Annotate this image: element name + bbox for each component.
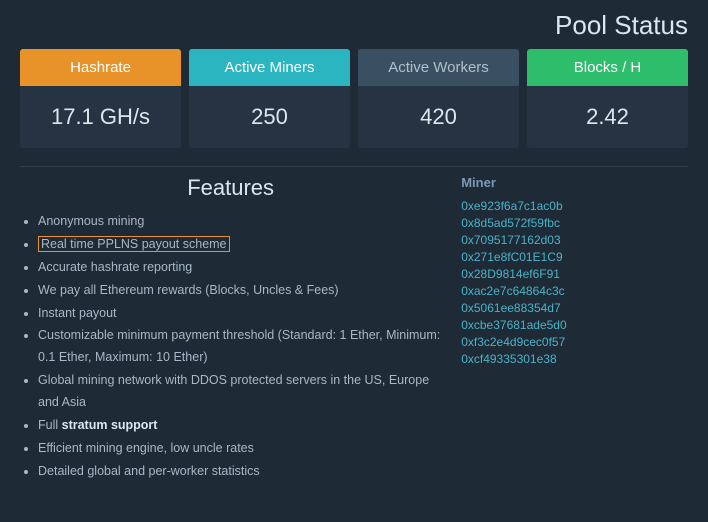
stat-card-header-blocks-h: Blocks / H	[527, 49, 688, 86]
feature-item-8: Efficient mining engine, low uncle rates	[38, 438, 441, 460]
features-column: Features Anonymous mining Real time PPLNS…	[20, 175, 441, 484]
miner-address-1[interactable]: 0x8d5ad572f59fbc	[461, 216, 688, 230]
feature-bold-7: stratum support	[62, 418, 158, 432]
stat-card-value-active-workers: 420	[358, 86, 519, 148]
miner-address-8[interactable]: 0xf3c2e4d9cec0f57	[461, 335, 688, 349]
miner-address-0[interactable]: 0xe923f6a7c1ac0b	[461, 199, 688, 213]
miners-column: Miner 0xe923f6a7c1ac0b0x8d5ad572f59fbc0x…	[461, 175, 688, 484]
feature-item-6: Global mining network with DDOS protecte…	[38, 370, 441, 414]
miners-links: 0xe923f6a7c1ac0b 0x8d5ad572f59fbc 0x709517…	[461, 199, 688, 366]
pool-status-title: Pool Status	[20, 10, 688, 41]
bottom-section: Features Anonymous mining Real time PPLNS…	[0, 175, 708, 484]
miner-address-9[interactable]: 0xcf49335301e38	[461, 352, 688, 366]
miner-address-5[interactable]: 0xac2e7c64864c3c	[461, 284, 688, 298]
stat-card-header-active-workers: Active Workers	[358, 49, 519, 86]
section-divider	[20, 166, 688, 167]
feature-item-0: Anonymous mining	[38, 211, 441, 233]
miner-address-4[interactable]: 0x28D9814ef6F91	[461, 267, 688, 281]
stat-card-active-miners: Active Miners 250	[189, 49, 350, 148]
stat-card-hashrate: Hashrate 17.1 GH/s	[20, 49, 181, 148]
miners-header: Miner	[461, 175, 688, 193]
feature-item-2: Accurate hashrate reporting	[38, 257, 441, 279]
feature-item-1[interactable]: Real time PPLNS payout scheme	[38, 234, 441, 256]
miner-address-7[interactable]: 0xcbe37681ade5d0	[461, 318, 688, 332]
features-title: Features	[20, 175, 441, 201]
stat-card-active-workers: Active Workers 420	[358, 49, 519, 148]
stat-card-value-hashrate: 17.1 GH/s	[20, 86, 181, 148]
stat-card-blocks-h: Blocks / H 2.42	[527, 49, 688, 148]
miner-address-6[interactable]: 0x5061ee88354d7	[461, 301, 688, 315]
feature-link-1[interactable]: Real time PPLNS payout scheme	[38, 236, 230, 252]
feature-item-3: We pay all Ethereum rewards (Blocks, Unc…	[38, 280, 441, 302]
feature-item-4: Instant payout	[38, 303, 441, 325]
miner-address-3[interactable]: 0x271e8fC01E1C9	[461, 250, 688, 264]
stats-cards: Hashrate 17.1 GH/s Active Miners 250 Act…	[20, 49, 688, 148]
stat-card-header-active-miners: Active Miners	[189, 49, 350, 86]
features-list: Anonymous mining Real time PPLNS payout s…	[20, 211, 441, 483]
stat-card-header-hashrate: Hashrate	[20, 49, 181, 86]
miner-address-2[interactable]: 0x7095177162d03	[461, 233, 688, 247]
feature-item-5: Customizable minimum payment threshold (…	[38, 325, 441, 369]
stat-card-value-blocks-h: 2.42	[527, 86, 688, 148]
pool-status-section: Pool Status Hashrate 17.1 GH/s Active Mi…	[0, 0, 708, 158]
stat-card-value-active-miners: 250	[189, 86, 350, 148]
feature-item-9: Detailed global and per-worker statistic…	[38, 461, 441, 483]
feature-item-7: Full stratum support	[38, 415, 441, 437]
